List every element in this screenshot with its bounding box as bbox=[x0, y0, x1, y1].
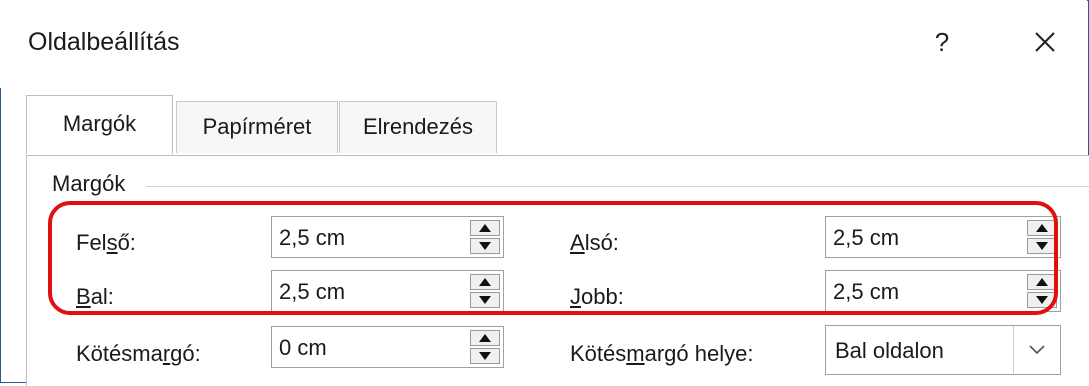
gutter-increment[interactable] bbox=[470, 330, 500, 346]
left-margin-input[interactable]: 2,5 cm bbox=[279, 279, 345, 305]
close-icon bbox=[1035, 32, 1055, 52]
tab-layout[interactable]: Elrendezés bbox=[339, 101, 497, 153]
gutter-decrement[interactable] bbox=[470, 348, 500, 364]
bottom-margin-decrement[interactable] bbox=[1027, 238, 1057, 254]
caret-up-icon bbox=[479, 224, 491, 232]
right-margin-input[interactable]: 2,5 cm bbox=[833, 279, 899, 305]
left-margin-label: Bal: bbox=[76, 284, 114, 309]
top-margin-spinner[interactable]: 2,5 cm bbox=[271, 216, 504, 258]
help-button[interactable]: ? bbox=[920, 22, 964, 62]
gutter-input[interactable]: 0 cm bbox=[279, 335, 327, 361]
tab-margins[interactable]: Margók bbox=[26, 95, 173, 154]
left-margin-decrement[interactable] bbox=[470, 292, 500, 308]
bottom-margin-label: Alsó: bbox=[570, 230, 619, 255]
dialog-title: Oldalbeállítás bbox=[28, 28, 180, 56]
right-margin-spinner[interactable]: 2,5 cm bbox=[825, 270, 1061, 312]
gutter-position-dropdown[interactable]: Bal oldalon bbox=[825, 325, 1061, 375]
caret-up-icon bbox=[479, 334, 491, 342]
chevron-down-icon bbox=[1029, 345, 1045, 355]
gutter-position-value: Bal oldalon bbox=[835, 338, 944, 363]
top-margin-increment[interactable] bbox=[470, 220, 500, 236]
gutter-position-label: Kötésmargó helye: bbox=[570, 341, 754, 366]
margins-group-label: Margók bbox=[52, 171, 134, 197]
bottom-margin-spinner[interactable]: 2,5 cm bbox=[825, 216, 1061, 258]
caret-down-icon bbox=[1036, 242, 1048, 250]
group-divider bbox=[146, 186, 1089, 187]
caret-down-icon bbox=[479, 242, 491, 250]
dialog-titlebar: Oldalbeállítás ? bbox=[0, 0, 1087, 88]
left-margin-spinner[interactable]: 2,5 cm bbox=[271, 270, 504, 312]
caret-down-icon bbox=[1036, 296, 1048, 304]
bottom-margin-increment[interactable] bbox=[1027, 220, 1057, 236]
right-margin-decrement[interactable] bbox=[1027, 292, 1057, 308]
left-margin-increment[interactable] bbox=[470, 274, 500, 290]
dropdown-button[interactable] bbox=[1013, 326, 1060, 374]
right-margin-label: Jobb: bbox=[570, 284, 624, 309]
tab-paper-size[interactable]: Papírméret bbox=[176, 101, 338, 153]
top-margin-label: Felső: bbox=[76, 230, 136, 255]
close-button[interactable] bbox=[1023, 22, 1067, 62]
top-margin-decrement[interactable] bbox=[470, 238, 500, 254]
caret-down-icon bbox=[479, 296, 491, 304]
gutter-label: Kötésmargó: bbox=[76, 341, 201, 366]
caret-up-icon bbox=[1036, 224, 1048, 232]
right-margin-increment[interactable] bbox=[1027, 274, 1057, 290]
caret-down-icon bbox=[479, 352, 491, 360]
top-margin-input[interactable]: 2,5 cm bbox=[279, 225, 345, 251]
caret-up-icon bbox=[1036, 278, 1048, 286]
gutter-spinner[interactable]: 0 cm bbox=[271, 326, 504, 368]
bottom-margin-input[interactable]: 2,5 cm bbox=[833, 225, 899, 251]
caret-up-icon bbox=[479, 278, 491, 286]
